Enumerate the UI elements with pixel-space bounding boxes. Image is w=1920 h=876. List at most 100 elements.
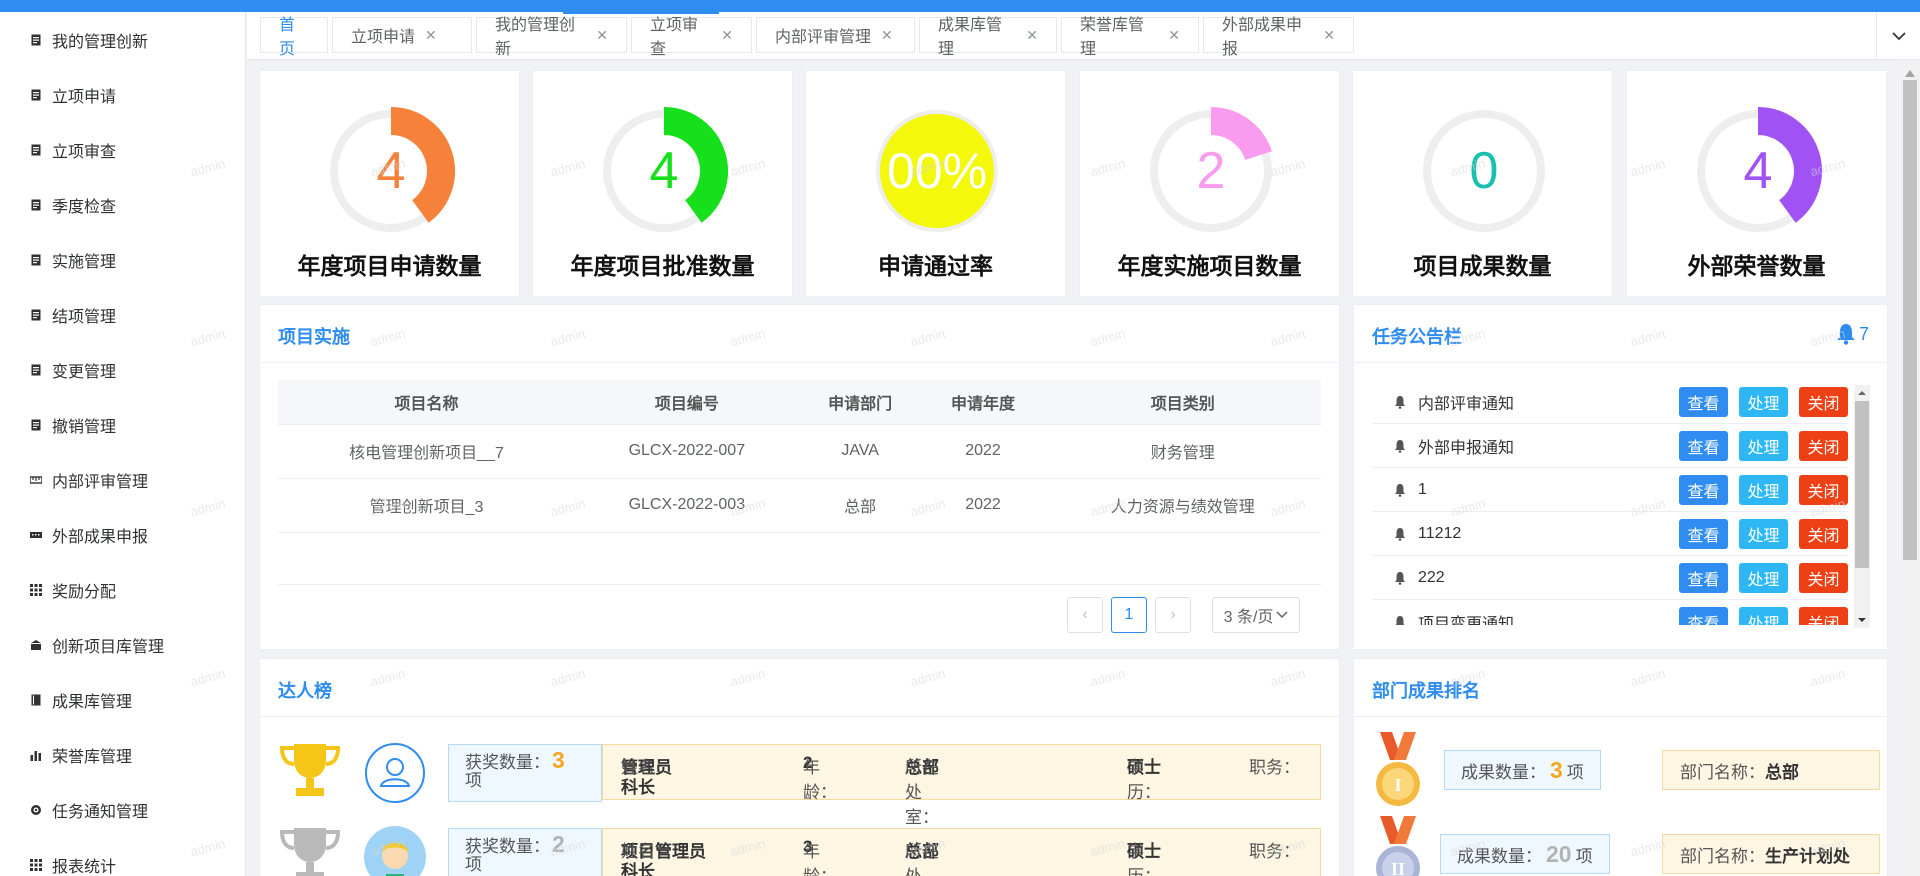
tab[interactable]: 成果库管理 ✕ [919, 17, 1057, 58]
talent-ranking-title: 达人榜 [278, 681, 332, 701]
sidebar-item-label: 报表统计 [52, 858, 117, 876]
tab-label: 立项审查 [650, 17, 699, 58]
scroll-up-arrow[interactable] [1905, 70, 1915, 77]
table-row[interactable]: 核电管理创新项目__7 GLCX-2022-007 JAVA 2022 财务管理 [278, 424, 1321, 479]
handle-button[interactable]: 处理 [1739, 562, 1788, 593]
tab-bar: 首页 立项申请 ✕ 我的管理创新 ✕ 立项审查 ✕ 内部评审管理 ✕ 成果库管理 ✕ 荣誉库管理 ✕ 外部… [247, 12, 1920, 60]
task-list-scrollbar[interactable] [1854, 385, 1870, 628]
stat-card: 4 年度项目批准数量 [532, 70, 793, 297]
tab[interactable]: 内部评审管理 ✕ [756, 17, 915, 53]
close-icon[interactable]: ✕ [1026, 27, 1038, 44]
view-button[interactable]: 查看 [1679, 474, 1728, 505]
tab[interactable]: 首页 [260, 17, 328, 58]
close-icon[interactable]: ✕ [721, 27, 733, 44]
sidebar-item[interactable]: 立项申请 [0, 67, 245, 122]
sidebar-item[interactable]: 变更管理 [0, 342, 245, 397]
task-list-scrollbar-thumb[interactable] [1855, 401, 1869, 568]
sidebar-item[interactable]: 内部评审管理 [0, 452, 245, 507]
pagination-next-button[interactable]: › [1155, 597, 1191, 633]
sidebar-item[interactable]: 撤销管理 [0, 397, 245, 452]
view-button[interactable]: 查看 [1679, 386, 1728, 417]
age-label: 年龄： [803, 842, 837, 876]
task-item-title: 内部评审通知 [1418, 395, 1515, 413]
task-item: 项目变更通知 查看 处理 关闭 [1372, 600, 1848, 625]
view-button[interactable]: 查看 [1679, 606, 1728, 625]
pagination-page-1[interactable]: 1 [1111, 597, 1147, 633]
sidebar-item[interactable]: 季度检查 [0, 177, 245, 232]
page-scrollbar-thumb[interactable] [1903, 80, 1917, 560]
column-header[interactable]: 项目编号 [575, 380, 799, 425]
close-icon[interactable]: ✕ [425, 27, 437, 44]
sidebar-item[interactable]: 任务通知管理 [0, 782, 245, 837]
column-header[interactable]: 申请年度 [921, 380, 1045, 425]
view-button[interactable]: 查看 [1679, 562, 1728, 593]
sidebar-item-label: 创新项目库管理 [52, 638, 165, 656]
sidebar-item[interactable]: 外部成果申报 [0, 507, 245, 562]
stat-label: 年度实施项目数量 [1117, 253, 1302, 279]
pagination-prev-button[interactable]: ‹ [1067, 597, 1103, 633]
page-size-value: 3 条/页 [1223, 609, 1274, 626]
tab[interactable]: 立项申请 ✕ [332, 17, 472, 53]
column-header[interactable]: 项目类别 [1044, 380, 1321, 425]
count-unit: 项 [1575, 846, 1593, 866]
gauge-value: 2 [1197, 142, 1226, 200]
tab[interactable]: 外部成果申报 ✕ [1203, 17, 1354, 58]
notification-bell[interactable]: 7 [1836, 323, 1869, 345]
sidebar-item-label: 立项申请 [52, 88, 117, 106]
column-header[interactable]: 项目名称 [278, 380, 575, 425]
gauge-ring: 00% [876, 110, 998, 232]
close-button[interactable]: 关闭 [1799, 518, 1848, 549]
sidebar-item-label: 我的管理创新 [52, 33, 149, 51]
sidebar-item[interactable]: 成果库管理 [0, 672, 245, 727]
user-avatar-icon [364, 826, 426, 876]
close-icon[interactable]: ✕ [596, 27, 608, 44]
view-button[interactable]: 查看 [1679, 518, 1728, 549]
office-label: 所在处室： [905, 842, 939, 876]
trophy-icon [279, 828, 341, 876]
sidebar-item[interactable]: 立项审查 [0, 122, 245, 177]
column-header[interactable]: 申请部门 [798, 380, 922, 425]
bell-icon [1394, 527, 1406, 541]
gauge-value: 0 [1470, 142, 1499, 200]
close-button[interactable]: 关闭 [1799, 562, 1848, 593]
view-button[interactable]: 查看 [1679, 430, 1728, 461]
table-cell: 总部 [798, 478, 922, 533]
page-size-select[interactable]: 3 条/页 [1212, 597, 1300, 633]
project-implementation-title: 项目实施 [278, 327, 350, 347]
department-name: 总部 [1765, 762, 1799, 782]
handle-button[interactable]: 处理 [1739, 430, 1788, 461]
sidebar: 我的管理创新 立项申请立项审查 季度检查 实施管理 结项管理 变更管理 撤销管理 内部评审管理… [0, 12, 246, 876]
handle-button[interactable]: 处理 [1739, 474, 1788, 505]
close-button[interactable]: 关闭 [1799, 430, 1848, 461]
scroll-up-arrow[interactable] [1854, 387, 1870, 399]
sidebar-item[interactable]: 创新项目库管理 [0, 617, 245, 672]
sidebar-item[interactable]: 荣誉库管理 [0, 727, 245, 782]
table-row[interactable]: 管理创新项目_3 GLCX-2022-003 总部 2022 人力资源与绩效管理 [278, 478, 1321, 533]
handle-button[interactable]: 处理 [1739, 518, 1788, 549]
close-icon[interactable]: ✕ [1168, 27, 1180, 44]
scroll-down-arrow[interactable] [1854, 614, 1870, 626]
sidebar-item[interactable]: 我的管理创新 [0, 12, 245, 67]
close-button[interactable]: 关闭 [1799, 606, 1848, 625]
tabs-dropdown-button[interactable] [1876, 12, 1920, 59]
handle-button[interactable]: 处理 [1739, 606, 1788, 625]
project-table: 项目名称 项目编号 申请部门 申请年度 项目类别 核电管理创新项目__7 GLCX-202… [278, 380, 1321, 533]
close-button[interactable]: 关闭 [1799, 386, 1848, 417]
tab[interactable]: 立项审查 ✕ [631, 17, 752, 58]
close-icon[interactable]: ✕ [1323, 27, 1335, 44]
sidebar-item[interactable]: 奖励分配 [0, 562, 245, 617]
sidebar-item[interactable]: 结项管理 [0, 287, 245, 342]
department-name-label: 部门名称： [1680, 846, 1765, 866]
handle-button[interactable]: 处理 [1739, 386, 1788, 417]
department-name: 生产计划处 [1765, 846, 1850, 866]
stat-label: 年度项目批准数量 [570, 253, 755, 279]
stat-card: 4 年度项目申请数量 [259, 70, 520, 297]
sidebar-item[interactable]: 报表统计 [0, 837, 245, 876]
close-button[interactable]: 关闭 [1799, 474, 1848, 505]
count-unit: 项 [1566, 762, 1584, 782]
close-icon[interactable]: ✕ [881, 27, 893, 44]
stat-card: 0 项目成果数量 [1352, 70, 1613, 297]
sidebar-item[interactable]: 实施管理 [0, 232, 245, 287]
tab[interactable]: 荣誉库管理 ✕ [1061, 17, 1199, 58]
tab[interactable]: 我的管理创新 ✕ [476, 17, 627, 58]
